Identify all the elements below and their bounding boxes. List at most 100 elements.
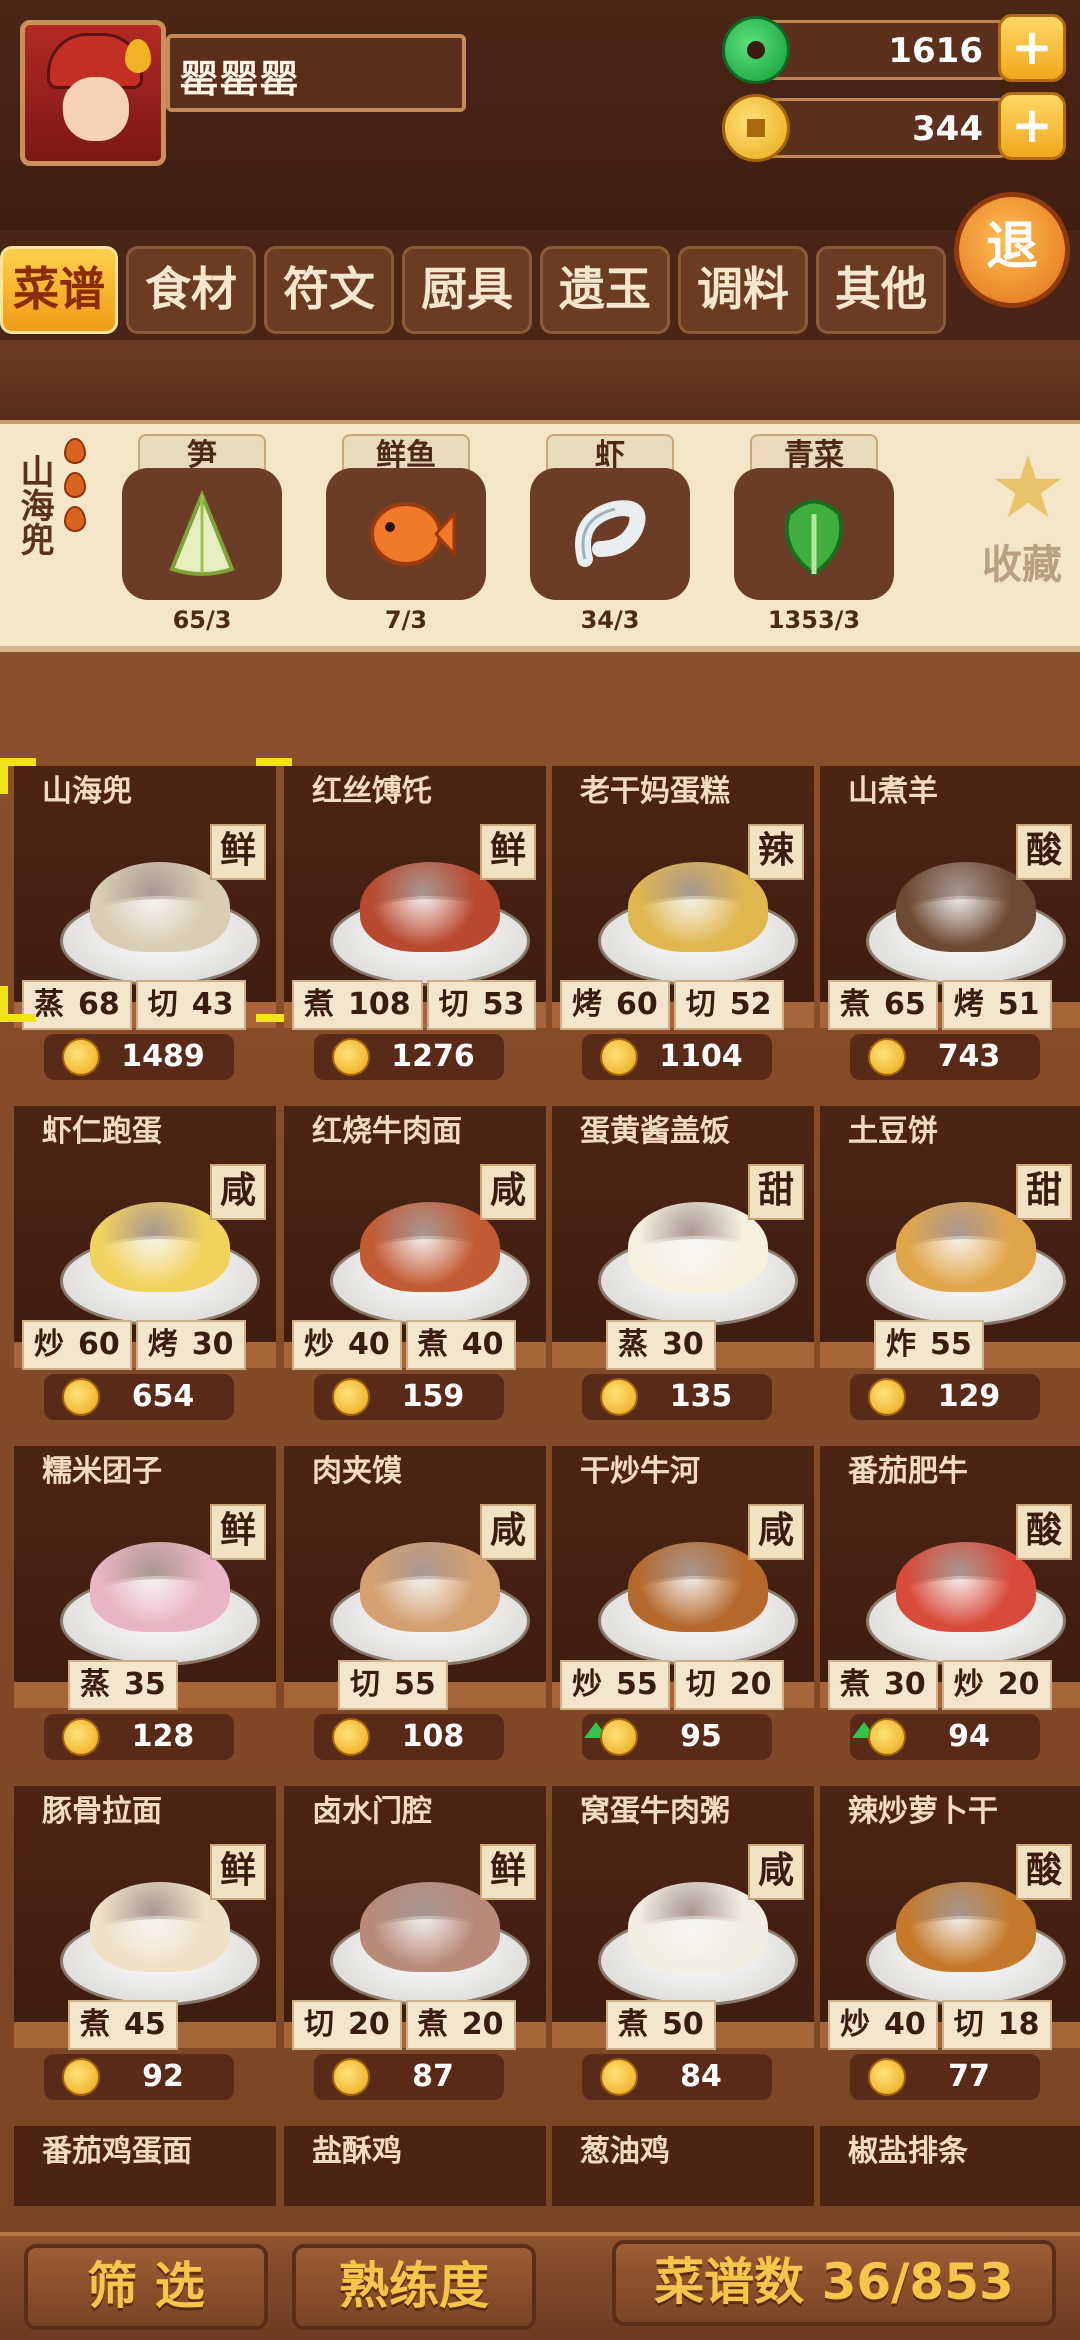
cooking-skill: 煮 20 [405,2000,516,2050]
recipe-card[interactable]: 山煮羊 酸 煮 65 烤 51 743 [820,766,1080,1090]
skill-row: 切 20 煮 20 [292,2000,516,2050]
tab-ingredients[interactable]: 食材 [126,246,256,334]
skill-value: 30 [662,1327,704,1362]
ingredient-slot[interactable]: 鲜鱼 7/3 [326,434,486,634]
flavor-badge: 鲜 [210,1504,266,1560]
coin-icon [332,1378,370,1416]
tab-relic-jade[interactable]: 遗玉 [540,246,670,334]
flavor-badge: 酸 [1016,824,1072,880]
skill-row: 煮 50 [606,2000,716,2050]
recipe-card[interactable]: 土豆饼 甜 炸 55 129 [820,1106,1080,1430]
skill-type: 炒 [304,1327,334,1362]
price-value: 129 [937,1379,1001,1414]
proficiency-button[interactable]: 熟练度 [292,2244,536,2330]
price-value: 135 [669,1379,733,1414]
heat-fire-icon [64,506,86,532]
recipe-card[interactable]: 肉夹馍 咸 切 55 108 [284,1446,546,1770]
food [360,1882,500,1972]
recipe-card[interactable]: 卤水门腔 鲜 切 20 煮 20 87 [284,1786,546,2110]
recipe-card-partial[interactable]: 盐酥鸡 [284,2126,546,2206]
price-value: 77 [948,2059,990,2094]
filter-button[interactable]: 筛 选 [24,2244,268,2330]
food [90,1542,230,1632]
recipe-card-partial[interactable]: 番茄鸡蛋面 [14,2126,276,2206]
skill-value: 40 [461,1327,504,1362]
skill-value: 30 [884,1667,926,1702]
tab-seasoning[interactable]: 调料 [678,246,808,334]
recipe-card[interactable]: 糯米团子 鲜 蒸 35 128 [14,1446,276,1770]
coin-icon [62,1718,100,1756]
flavor-badge: 鲜 [480,1844,536,1900]
recipe-card[interactable]: 豚骨拉面 鲜 煮 45 92 [14,1786,276,2110]
add-coins-button[interactable]: + [998,92,1066,160]
skill-value: 43 [191,987,234,1022]
exit-button[interactable]: 退 [954,192,1070,308]
price-tag: 654 [44,1374,234,1420]
recipe-card-partial[interactable]: 葱油鸡 [552,2126,814,2206]
recipe-card-partial[interactable]: 椒盐排条 [820,2126,1080,2206]
bamboo-shoot-icon [122,468,282,600]
tab-other[interactable]: 其他 [816,246,946,334]
flavor-badge: 鲜 [480,824,536,880]
recipe-name: 山海兜 [42,774,132,809]
coin-icon [868,1378,906,1416]
recipe-card[interactable]: 虾仁跑蛋 咸 炒 60 烤 30 654 [14,1106,276,1430]
recipe-card[interactable]: 山海兜 鲜 蒸 68 切 43 1489 [0,758,292,1090]
favorite-star-icon[interactable]: ★ [986,445,1070,531]
flavor-badge: 鲜 [210,1844,266,1900]
price-tag: 743 [850,1034,1040,1080]
coin-icon [62,1378,100,1416]
add-jade-button[interactable]: + [998,14,1066,82]
skill-type: 切 [438,987,469,1022]
favorite-label[interactable]: 收藏 [982,532,1062,590]
skill-value: 20 [461,2007,504,2042]
cooking-skill: 切 20 [292,2000,402,2050]
recipe-name: 蛋黄酱盖饭 [580,1114,730,1149]
cooking-skill: 煮 45 [68,2000,178,2050]
recipe-card[interactable]: 番茄肥牛 酸 煮 30 炒 20 94 [820,1446,1080,1770]
jade-currency-bar: 1616 [760,20,1008,80]
recipe-card[interactable]: 窝蛋牛肉粥 咸 煮 50 84 [552,1786,814,2110]
cooking-skill: 切 43 [135,980,246,1030]
skill-row: 炒 60 烤 30 [22,1320,246,1370]
tab-utensils[interactable]: 厨具 [402,246,532,334]
food [360,1202,500,1292]
skill-value: 51 [997,987,1040,1022]
skill-row: 烤 60 切 52 [560,980,784,1030]
tab-runes[interactable]: 符文 [264,246,394,334]
cooking-skill: 炒 60 [22,1320,132,1370]
food [628,1882,768,1972]
recipe-card[interactable]: 红丝馎饦 鲜 煮 108 切 53 1276 [284,766,546,1090]
skill-type: 烤 [147,1327,178,1362]
category-tabs: 菜谱 食材 符文 厨具 遗玉 调料 其他 [0,246,950,336]
recipe-name: 老干妈蛋糕 [580,774,730,809]
recipe-card[interactable]: 蛋黄酱盖饭 甜 蒸 30 135 [552,1106,814,1430]
heat-fire-icon [64,472,86,498]
price-tag: 159 [314,1374,504,1420]
food [896,1542,1036,1632]
recipe-name: 红烧牛肉面 [312,1114,462,1149]
cooking-skill: 蒸 68 [22,980,132,1030]
recipe-name: 盐酥鸡 [312,2134,402,2169]
price-value: 743 [937,1039,1001,1074]
flavor-badge: 咸 [480,1504,536,1560]
ingredient-slot[interactable]: 青菜 1353/3 [734,434,894,634]
recipe-card[interactable]: 红烧牛肉面 咸 炒 40 煮 40 159 [284,1106,546,1430]
skill-type: 蒸 [618,1327,648,1362]
recipe-card[interactable]: 老干妈蛋糕 辣 烤 60 切 52 1104 [552,766,814,1090]
food [360,862,500,952]
ingredient-slot[interactable]: 笋 65/3 [122,434,282,634]
cooking-skill: 炒 55 [560,1660,670,1710]
skill-row: 炒 40 切 18 [828,2000,1052,2050]
skill-type: 炒 [572,1667,602,1702]
cooking-skill: 切 53 [426,980,537,1030]
player-avatar[interactable] [20,20,166,166]
recipe-name: 豚骨拉面 [42,1794,162,1829]
flavor-badge: 咸 [748,1844,804,1900]
ingredient-slot[interactable]: 虾 34/3 [530,434,690,634]
tab-recipes[interactable]: 菜谱 [0,246,118,334]
price-tag: 1104 [582,1034,772,1080]
skill-value: 20 [348,2007,390,2042]
recipe-card[interactable]: 干炒牛河 咸 炒 55 切 20 95 [552,1446,814,1770]
recipe-card[interactable]: 辣炒萝卜干 酸 炒 40 切 18 77 [820,1786,1080,2110]
